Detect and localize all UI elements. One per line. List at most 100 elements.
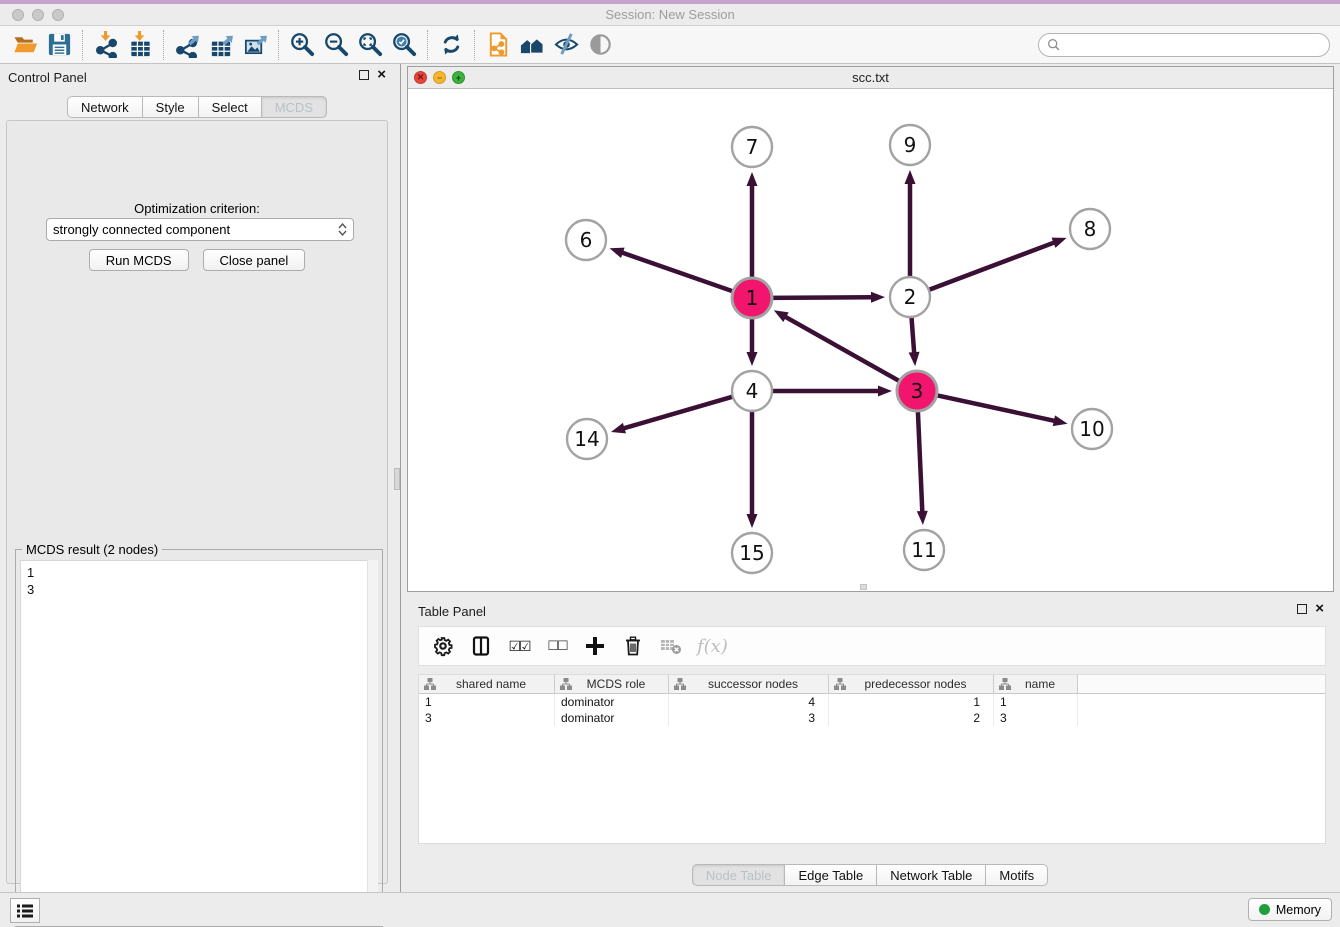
graph-node-4[interactable]: 4 <box>732 371 772 411</box>
network-resize-handle[interactable] <box>860 584 867 590</box>
network-graph[interactable]: 7 9 6 8 1 2 4 3 14 10 15 11 <box>408 89 1333 591</box>
import-network-icon[interactable] <box>89 30 123 60</box>
panel-divider[interactable] <box>394 64 406 892</box>
table-panel-tabs: Node Table Edge Table Network Table Moti… <box>692 864 1048 886</box>
column-header-filler <box>1078 675 1325 693</box>
tab-mcds[interactable]: MCDS <box>261 96 327 118</box>
deselect-all-icon[interactable]: ☐☐ <box>545 632 569 660</box>
graph-node-10[interactable]: 10 <box>1072 409 1112 449</box>
select-all-icon[interactable]: ☑☑ <box>507 632 531 660</box>
table-toolbar: ☑☑ ☐☐ f(x) <box>418 626 1326 666</box>
zoom-out-icon[interactable] <box>319 30 353 60</box>
tab-network[interactable]: Network <box>67 96 142 118</box>
network-window: ✕ − + scc.txt 7 9 6 8 1 2 4 3 14 10 15 11 <box>407 66 1334 592</box>
refresh-layout-icon[interactable] <box>434 30 468 60</box>
tab-network-table[interactable]: Network Table <box>876 864 985 886</box>
tab-node-table[interactable]: Node Table <box>692 864 785 886</box>
table-cell[interactable]: 1 <box>829 694 994 710</box>
table-cell[interactable]: 3 <box>419 710 555 726</box>
column-header-shared-name[interactable]: shared name <box>419 675 555 693</box>
network-canvas[interactable]: 7 9 6 8 1 2 4 3 14 10 15 11 <box>408 89 1333 591</box>
task-history-button[interactable] <box>10 898 40 923</box>
graph-node-9[interactable]: 9 <box>890 125 930 165</box>
zoom-fit-icon[interactable] <box>353 30 387 60</box>
table-panel-title: Table Panel <box>418 604 486 619</box>
control-panel-close-icon[interactable]: × <box>377 70 386 80</box>
graph-node-7[interactable]: 7 <box>732 127 772 167</box>
birdseye-view-icon[interactable] <box>583 30 617 60</box>
delete-column-icon[interactable] <box>621 632 645 660</box>
column-header-MCDS-role[interactable]: MCDS role <box>555 675 669 693</box>
table-cell[interactable]: 1 <box>419 694 555 710</box>
table-cell[interactable]: 1 <box>994 694 1078 710</box>
svg-text:10: 10 <box>1079 417 1104 441</box>
close-panel-button[interactable]: Close panel <box>203 249 306 271</box>
run-mcds-button[interactable]: Run MCDS <box>89 249 189 271</box>
search-box[interactable] <box>1038 33 1330 57</box>
optimization-criterion-label: Optimization criterion: <box>7 201 387 216</box>
svg-text:7: 7 <box>746 135 759 159</box>
show-columns-icon[interactable] <box>469 632 493 660</box>
graph-node-8[interactable]: 8 <box>1070 209 1110 249</box>
tab-style[interactable]: Style <box>142 96 198 118</box>
status-bar: Memory <box>0 892 1340 926</box>
mcds-result-textarea[interactable]: 1 3 <box>20 560 378 922</box>
memory-button[interactable]: Memory <box>1248 898 1332 921</box>
export-table-icon[interactable] <box>204 30 238 60</box>
svg-text:9: 9 <box>904 133 917 157</box>
main-toolbar-icons <box>8 30 617 60</box>
search-input[interactable] <box>1061 35 1329 55</box>
add-column-icon[interactable] <box>583 632 607 660</box>
column-header-name[interactable]: name <box>994 675 1078 693</box>
table-cell[interactable]: 4 <box>669 694 829 710</box>
table-row[interactable]: 3dominator323 <box>419 710 1325 726</box>
save-session-icon[interactable] <box>42 30 76 60</box>
settings-gear-icon[interactable] <box>431 632 455 660</box>
svg-text:14: 14 <box>574 427 599 451</box>
criterion-dropdown-value: strongly connected component <box>53 222 230 237</box>
mcds-result-title: MCDS result (2 nodes) <box>22 542 162 557</box>
network-window-titlebar[interactable]: ✕ − + scc.txt <box>408 67 1333 89</box>
control-panel-float-icon[interactable] <box>359 70 369 80</box>
graph-node-3[interactable]: 3 <box>897 371 937 411</box>
table-cell[interactable]: dominator <box>555 694 669 710</box>
network-from-file-icon[interactable] <box>481 30 515 60</box>
table-cell[interactable]: 3 <box>994 710 1078 726</box>
svg-text:3: 3 <box>911 379 924 403</box>
tab-select[interactable]: Select <box>198 96 261 118</box>
divider-handle[interactable] <box>394 468 400 490</box>
table-panel-float-icon[interactable] <box>1297 604 1307 614</box>
svg-text:1: 1 <box>746 286 759 310</box>
table-cell[interactable]: 2 <box>829 710 994 726</box>
table-cell[interactable]: dominator <box>555 710 669 726</box>
hide-graphics-details-icon[interactable] <box>549 30 583 60</box>
node-table-header: shared nameMCDS rolesuccessor nodesprede… <box>419 675 1325 694</box>
column-header-predecessor-nodes[interactable]: predecessor nodes <box>829 675 994 693</box>
tab-motifs[interactable]: Motifs <box>985 864 1048 886</box>
export-network-icon[interactable] <box>170 30 204 60</box>
show-all-networks-icon[interactable] <box>515 30 549 60</box>
mcds-result-scrollbar[interactable] <box>367 560 378 922</box>
graph-node-6[interactable]: 6 <box>566 220 606 260</box>
criterion-dropdown[interactable]: strongly connected component <box>46 218 354 241</box>
graph-node-15[interactable]: 15 <box>732 533 772 573</box>
table-row[interactable]: 1dominator411 <box>419 694 1325 710</box>
zoom-in-icon[interactable] <box>285 30 319 60</box>
column-type-icon <box>999 678 1011 690</box>
svg-text:4: 4 <box>746 379 759 403</box>
table-panel: Table Panel × ☑☑ ☐☐ f(x) <box>406 594 1334 888</box>
delete-table-icon <box>659 632 683 660</box>
graph-node-11[interactable]: 11 <box>904 530 944 570</box>
control-panel-tabs: Network Style Select MCDS <box>67 96 327 118</box>
import-table-icon[interactable] <box>123 30 157 60</box>
table-panel-close-icon[interactable]: × <box>1315 604 1324 614</box>
graph-node-2[interactable]: 2 <box>890 277 930 317</box>
column-header-successor-nodes[interactable]: successor nodes <box>669 675 829 693</box>
open-file-icon[interactable] <box>8 30 42 60</box>
table-cell[interactable]: 3 <box>669 710 829 726</box>
export-image-icon[interactable] <box>238 30 272 60</box>
graph-node-14[interactable]: 14 <box>567 419 607 459</box>
graph-node-1[interactable]: 1 <box>732 278 772 318</box>
tab-edge-table[interactable]: Edge Table <box>784 864 876 886</box>
zoom-selected-icon[interactable] <box>387 30 421 60</box>
